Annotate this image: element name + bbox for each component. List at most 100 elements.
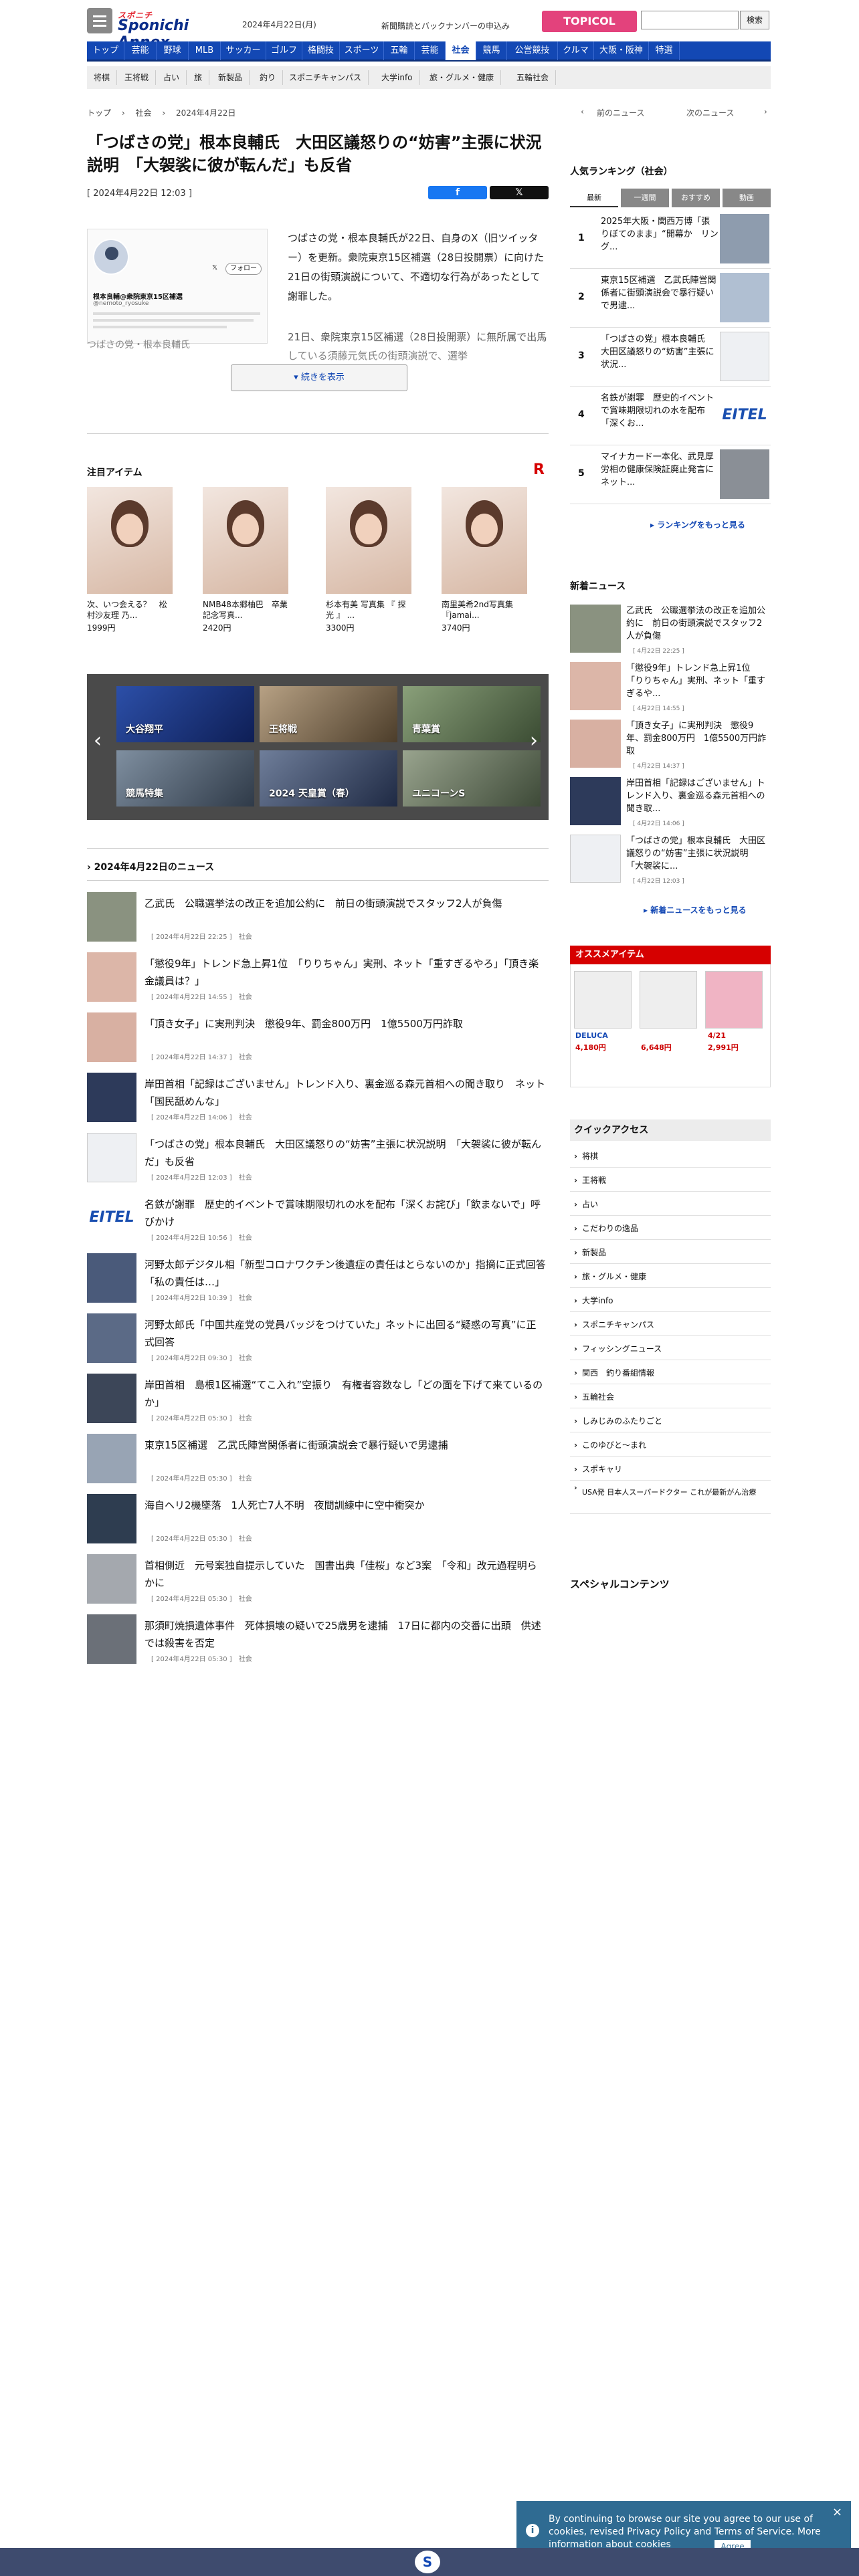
site-logo[interactable]: スポニチ Sponichi Annex — [118, 9, 235, 51]
ranking-more-link[interactable]: ▸ ランキングをもっと見る — [650, 519, 745, 530]
nav-item[interactable]: MLB — [189, 41, 221, 60]
quick-link[interactable]: こだわりの逸品 — [570, 1217, 771, 1240]
menu-icon[interactable] — [87, 8, 112, 33]
carousel-tile[interactable]: 王将戦 — [260, 686, 397, 742]
quick-link[interactable]: 旅・グルメ・健康 — [570, 1265, 771, 1288]
chevron-right-icon[interactable]: › — [530, 729, 538, 752]
nav-item[interactable]: サッカー — [221, 41, 266, 60]
nav-item[interactable]: 野球 — [157, 41, 189, 60]
news-item[interactable]: 海自ヘリ2機墜落 1人死亡7人不明 夜間訓練中に空中衝突か [ 2024年4月22… — [87, 1494, 549, 1547]
latest-item[interactable]: 「つばさの党」根本良輔氏 大田区議怒りの“妨害”主張に状況説明 「大袈裟に...… — [570, 835, 771, 888]
ranking-item[interactable]: 5 マイナカード一本化、武見厚労相の健康保険証廃止発言にネット... — [570, 445, 771, 504]
featured-item[interactable]: 南里美希2nd写真集『jamai... 3740円 — [442, 487, 527, 633]
carousel-tile[interactable]: ユニコーンS — [403, 750, 541, 807]
embedded-post[interactable]: 𝕏 フォロー 根本良輔@衆院東京15区補選 @nemoto_ryosuke — [87, 229, 268, 344]
search-button[interactable]: 検索 — [740, 11, 769, 29]
nav-item[interactable]: スポーツ — [340, 41, 384, 60]
ranking-item[interactable]: 2 東京15区補選 乙武氏陣営関係者に街頭演説会で暴行疑いで男逮... — [570, 269, 771, 328]
quick-link[interactable]: 五輪社会 — [570, 1386, 771, 1408]
chevron-left-icon[interactable]: ‹ — [94, 729, 102, 752]
quick-link[interactable]: スポニチキャンパス — [570, 1313, 771, 1336]
latest-more-link[interactable]: ▸ 新着ニュースをもっと見る — [644, 904, 747, 916]
subnav-item[interactable]: 旅 — [187, 70, 210, 85]
quick-link[interactable]: 大学info — [570, 1289, 771, 1312]
footer-logo-icon[interactable]: S — [415, 2551, 440, 2573]
quick-link[interactable]: このゆびと～まれ — [570, 1434, 771, 1457]
news-item[interactable]: 「頂き女子」に実刑判決 懲役9年、罰金800万円 1億5500万円詐取 [ 202… — [87, 1012, 549, 1066]
subnav-item[interactable]: 大学info — [375, 70, 420, 85]
subnav-item[interactable]: 将棋 — [87, 70, 118, 85]
nav-item[interactable]: ゴルフ — [266, 41, 302, 60]
subscription-link[interactable]: 新聞購読とバックナンバーの申込み — [381, 20, 510, 31]
quick-link[interactable]: 王将戦 — [570, 1169, 771, 1192]
topicol-banner[interactable]: TOPICOL — [542, 11, 637, 32]
ad-product-image[interactable] — [705, 971, 763, 1029]
latest-item[interactable]: 岸田首相「記録はございません」トレンド入り、裏金巡る森元首相への聞き取... [ … — [570, 777, 771, 831]
subnav-item[interactable]: 五輪社会 — [510, 70, 557, 85]
nav-item[interactable]: 格闘技 — [302, 41, 340, 60]
nav-item[interactable]: 公営競技 — [507, 41, 558, 60]
quick-link[interactable]: 新製品 — [570, 1241, 771, 1264]
prev-news-link[interactable]: 前のニュース — [597, 107, 644, 118]
nav-item[interactable]: トップ — [87, 41, 124, 60]
tab-latest[interactable]: 最新 — [570, 189, 618, 207]
latest-item[interactable]: 「頂き女子」に実刑判決 懲役9年、罰金800万円 1億5500万円詐取 [ 4月2… — [570, 720, 771, 773]
featured-item[interactable]: 杉本有美 写真集 『 探光 』 ... 3300円 — [326, 487, 411, 633]
quick-link[interactable]: フィッシングニュース — [570, 1337, 771, 1360]
nav-item[interactable]: 五輪 — [384, 41, 415, 60]
news-item[interactable]: 那須町焼損遺体事件 死体損壊の疑いで25歳男を逮捕 17日に都内の交番に出頭 供… — [87, 1614, 549, 1668]
subnav-item[interactable]: スポニチキャンパス — [282, 70, 369, 85]
ranking-item[interactable]: 3 「つばさの党」根本良輔氏 大田区議怒りの“妨害”主張に状況... — [570, 328, 771, 387]
news-item[interactable]: 河野太郎デジタル相「新型コロナワクチン後遺症の責任はとらないのか」指摘に正式回答… — [87, 1253, 549, 1307]
featured-item[interactable]: NMB48本郷柚巴 卒業記念写真... 2420円 — [203, 487, 288, 633]
nav-item[interactable]: 芸能 — [124, 41, 157, 60]
nav-item[interactable]: 競馬 — [476, 41, 507, 60]
quick-link[interactable]: スポキャリ — [570, 1458, 771, 1481]
news-item[interactable]: 「懲役9年」トレンド急上昇1位 「りりちゃん」実刑、ネット「重すぎるやろ」「頂き… — [87, 952, 549, 1006]
quick-link[interactable]: USA発 日本人スーパードクター これが最新がん治療 — [570, 1482, 771, 1514]
quick-link[interactable]: 占い — [570, 1193, 771, 1216]
nav-item[interactable]: 芸能 — [415, 41, 446, 60]
tab-recommend[interactable]: おすすめ — [672, 189, 720, 207]
nav-item[interactable]: クルマ — [558, 41, 594, 60]
carousel-tile[interactable]: 2024 天皇賞（春） — [260, 750, 397, 807]
breadcrumb-item[interactable]: トップ — [87, 108, 111, 118]
subnav-item[interactable]: 旅・グルメ・健康 — [423, 70, 502, 85]
ranking-item[interactable]: 1 2025年大阪・関西万博「張りぼてのまま」“開幕か リング... — [570, 210, 771, 269]
read-more-button[interactable]: ▾ 続きを表示 — [231, 364, 407, 391]
news-item[interactable]: 岸田首相 島根1区補選“てこ入れ”空振り 有権者容数なし「どの面を下げて来ている… — [87, 1374, 549, 1427]
quick-link[interactable]: 将棋 — [570, 1145, 771, 1168]
ad-product-image[interactable] — [574, 971, 632, 1029]
carousel-tile[interactable]: 青葉賞 — [403, 686, 541, 742]
x-share-button[interactable]: 𝕏 — [490, 186, 549, 199]
news-item[interactable]: 「つばさの党」根本良輔氏 大田区議怒りの“妨害”主張に状況説明 「大袈裟に彼が転… — [87, 1133, 549, 1186]
tab-week[interactable]: 一週間 — [621, 189, 669, 207]
news-item[interactable]: 岸田首相「記録はございません」トレンド入り、裏金巡る森元首相への聞き取り ネット… — [87, 1073, 549, 1126]
latest-item[interactable]: 乙武氏 公職選挙法の改正を追加公約に 前日の街頭演説でスタッフ2人が負傷 [ 4月… — [570, 605, 771, 658]
nav-item-active[interactable]: 社会 — [446, 41, 476, 60]
news-item[interactable]: 河野太郎氏「中国共産党の党員バッジをつけていた」ネットに出回る“疑惑の写真”に正… — [87, 1313, 549, 1367]
ad-product-image[interactable] — [640, 971, 697, 1029]
search-input[interactable] — [641, 11, 739, 29]
subnav-item[interactable]: 占い — [157, 70, 187, 85]
quick-link[interactable]: 関西 釣り番組情報 — [570, 1362, 771, 1384]
breadcrumb-item[interactable]: 社会 — [135, 108, 151, 118]
news-item[interactable]: 東京15区補選 乙武氏陣営関係者に街頭演説会で暴行疑いで男逮捕 [ 2024年4月… — [87, 1434, 549, 1487]
carousel-tile[interactable]: 大谷翔平 — [116, 686, 254, 742]
nav-item[interactable]: 特選 — [649, 41, 680, 60]
news-item[interactable]: 乙武氏 公職選挙法の改正を追加公約に 前日の街頭演説でスタッフ2人が負傷 [ 20… — [87, 892, 549, 946]
latest-item[interactable]: 「懲役9年」トレンド急上昇1位 「りりちゃん」実刑、ネット「重すぎるや... [ … — [570, 662, 771, 716]
featured-item[interactable]: 次、いつ会える？ 松村沙友理 乃... 1999円 — [87, 487, 173, 633]
follow-button[interactable]: フォロー — [225, 263, 262, 275]
carousel-tile[interactable]: 競馬特集 — [116, 750, 254, 807]
subnav-item[interactable]: 釣り — [253, 70, 284, 85]
ranking-item[interactable]: 4 名鉄が謝罪 歴史的イベントで賞味期限切れの水を配布「深くお... EITEL — [570, 387, 771, 445]
subnav-item[interactable]: 王将戦 — [118, 70, 157, 85]
close-icon[interactable]: × — [832, 2505, 842, 2519]
quick-link[interactable]: しみじみのふたりごと — [570, 1410, 771, 1432]
news-item[interactable]: 首相側近 元号案独自提示していた 国書出典「佳桜」など3案 「令和」改元過程明ら… — [87, 1554, 549, 1608]
news-item[interactable]: EITEL 名鉄が謝罪 歴史的イベントで賞味期限切れの水を配布「深くお詫び」「飲ま… — [87, 1193, 549, 1247]
next-news-link[interactable]: 次のニュース — [686, 107, 734, 118]
tab-video[interactable]: 動画 — [723, 189, 771, 207]
facebook-share-button[interactable]: f — [428, 186, 487, 199]
